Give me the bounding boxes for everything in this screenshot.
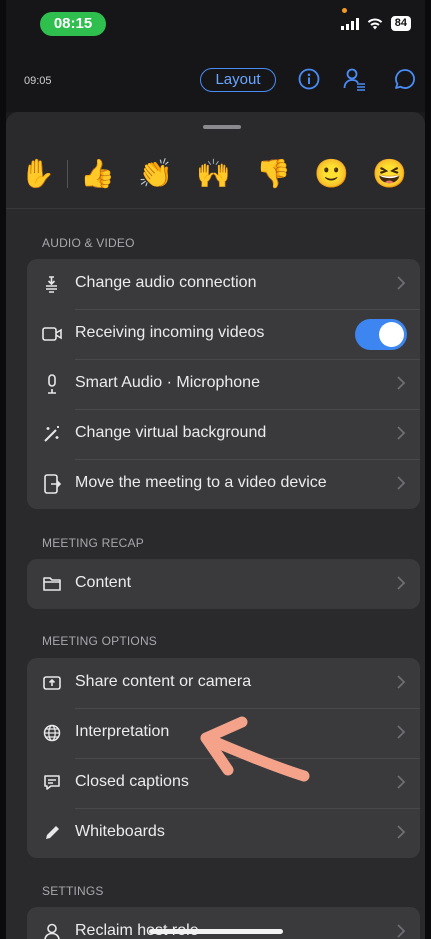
audio-video-card: Change audio connection Receiving incomi… [27,259,420,509]
audio-connection-icon [41,273,63,295]
info-icon[interactable] [296,66,322,92]
folder-icon [41,573,63,595]
person-icon [41,921,63,939]
row-label: Change virtual background [75,424,267,441]
layout-button[interactable]: Layout [200,68,276,92]
annotation-arrow [200,716,310,782]
chevron-right-icon [397,924,406,938]
whiteboards-row[interactable]: Whiteboards [27,808,420,858]
row-label: Change audio connection [75,274,257,291]
reaction-clap[interactable]: 👏 [138,157,173,191]
row-label: Move the meeting to a video device [75,474,327,491]
reaction-thumbs-up[interactable]: 👍 [80,157,115,191]
status-bar: 08:15 84 [6,0,425,48]
row-label: Whiteboards [75,823,165,840]
row-label: Closed captions [75,773,189,790]
section-title-meeting-options: MEETING OPTIONS [42,634,158,648]
chevron-right-icon [397,675,406,689]
row-label: Interpretation [75,723,170,740]
chevron-right-icon [397,476,406,490]
chevron-right-icon [397,775,406,789]
chevron-right-icon [397,376,406,390]
settings-card: Reclaim host role [27,907,420,939]
share-content-row[interactable]: Share content or camera [27,658,420,708]
section-title-audio-video: AUDIO & VIDEO [42,236,135,250]
row-label: Share content or camera [75,673,252,690]
wifi-icon [367,18,382,29]
reaction-raise-hand[interactable]: ✋ [20,157,55,191]
chevron-right-icon [397,576,406,590]
more-options-sheet: ✋ 👍 👏 🙌 👎 🙂 😆 AUDIO & VIDEO Change audio… [6,112,425,939]
change-virtual-background-row[interactable]: Change virtual background [27,409,420,459]
reaction-divider [67,160,68,188]
microphone-icon [41,373,63,395]
battery-indicator: 84 [390,16,411,31]
status-time: 08:15 [40,12,106,36]
share-screen-icon [41,672,63,694]
sheet-grabber[interactable] [203,125,241,129]
magic-wand-icon [41,423,63,445]
section-title-meeting-recap: MEETING RECAP [42,536,144,550]
reclaim-host-role-row[interactable]: Reclaim host role [27,907,420,939]
reaction-thumbs-down[interactable]: 👎 [256,157,291,191]
incoming-videos-toggle[interactable] [355,319,407,350]
pen-icon [41,822,63,844]
section-title-settings: SETTINGS [42,884,104,898]
chevron-right-icon [397,426,406,440]
smart-audio-row[interactable]: Smart Audio · Microphone [27,359,420,409]
home-indicator[interactable] [149,929,283,934]
content-row[interactable]: Content [27,559,420,609]
cellular-signal-icon [340,17,359,30]
video-camera-icon [41,323,63,345]
move-to-video-device-row[interactable]: Move the meeting to a video device [27,459,420,509]
reactions-bar: ✋ 👍 👏 🙌 👎 🙂 😆 [6,152,425,200]
participants-icon[interactable] [342,66,368,92]
reaction-laugh[interactable]: 😆 [372,157,407,191]
meeting-header: 09:05 Layout [6,48,425,112]
reaction-celebrate[interactable]: 🙌 [196,157,231,191]
captions-icon [41,772,63,794]
chevron-right-icon [397,725,406,739]
row-label: Content [75,574,132,591]
divider [6,208,425,209]
chevron-right-icon [397,825,406,839]
phone-screen: 08:15 84 09:05 Layout ✋ 👍 👏 🙌 👎 🙂 😆 AUDI… [6,0,425,939]
toggle-knob [379,322,404,347]
row-label: Receiving incoming videos [75,324,265,341]
globe-icon [41,722,63,744]
privacy-indicator-dot [342,8,347,13]
change-audio-connection-row[interactable]: Change audio connection [27,259,420,309]
chat-icon[interactable] [392,66,418,92]
row-label: Smart Audio · Microphone [75,374,260,391]
meeting-elapsed-time: 09:05 [24,75,52,87]
receiving-incoming-videos-row: Receiving incoming videos [27,309,420,359]
meeting-recap-card: Content [27,559,420,609]
chevron-right-icon [397,276,406,290]
reaction-smile[interactable]: 🙂 [314,157,349,191]
move-device-icon [41,473,63,495]
